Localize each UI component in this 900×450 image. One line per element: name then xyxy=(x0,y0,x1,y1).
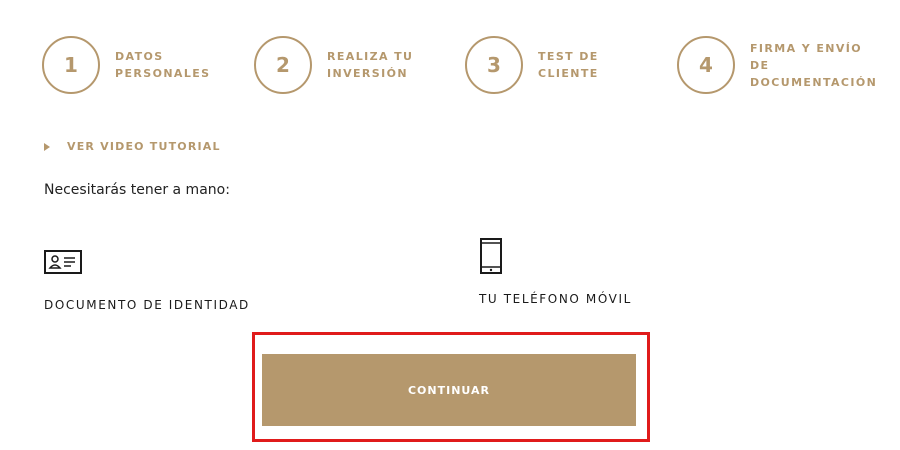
step-4-label-line-3: DOCUMENTACIÓN xyxy=(750,75,878,89)
requirement-mobile-phone: TU TELÉFONO MÓVIL xyxy=(479,238,632,306)
step-2-label-line-1: REALIZA TU xyxy=(327,50,414,63)
step-4: 4 FIRMA Y ENVÍO DE DOCUMENTACIÓN xyxy=(677,36,877,94)
step-4-label-line-2: DE xyxy=(750,58,770,72)
step-1-label: DATOS PERSONALES xyxy=(115,48,211,82)
step-4-label: FIRMA Y ENVÍO DE DOCUMENTACIÓN xyxy=(750,40,877,91)
requirement-mobile-phone-label: TU TELÉFONO MÓVIL xyxy=(479,292,632,306)
step-3: 3 TEST DE CLIENTE xyxy=(465,36,599,94)
play-icon xyxy=(44,142,50,151)
step-2: 2 REALIZA TU INVERSIÓN xyxy=(254,36,413,94)
step-4-label-line-1: FIRMA Y ENVÍO xyxy=(750,41,863,55)
step-2-label: REALIZA TU INVERSIÓN xyxy=(327,48,413,82)
video-tutorial-link[interactable]: VER VIDEO TUTORIAL xyxy=(44,140,221,153)
step-2-label-line-2: INVERSIÓN xyxy=(327,67,408,80)
step-2-number: 2 xyxy=(254,36,312,94)
video-tutorial-label: VER VIDEO TUTORIAL xyxy=(67,140,221,153)
step-1-label-line-1: DATOS xyxy=(115,50,164,63)
step-3-label-line-2: CLIENTE xyxy=(538,67,599,80)
mobile-phone-icon xyxy=(480,238,502,274)
requirement-id-document: DOCUMENTO DE IDENTIDAD xyxy=(44,244,250,312)
step-4-number: 4 xyxy=(677,36,735,94)
continue-button[interactable]: CONTINUAR xyxy=(262,354,636,426)
step-3-number: 3 xyxy=(465,36,523,94)
id-card-icon xyxy=(44,250,82,274)
requirement-id-document-label: DOCUMENTO DE IDENTIDAD xyxy=(44,298,250,312)
requirements-intro: Necesitarás tener a mano: xyxy=(44,182,230,198)
step-3-label: TEST DE CLIENTE xyxy=(538,48,599,82)
step-3-label-line-1: TEST DE xyxy=(538,50,599,63)
step-1-number: 1 xyxy=(42,36,100,94)
step-1-label-line-2: PERSONALES xyxy=(115,67,211,80)
step-1: 1 DATOS PERSONALES xyxy=(42,36,211,94)
